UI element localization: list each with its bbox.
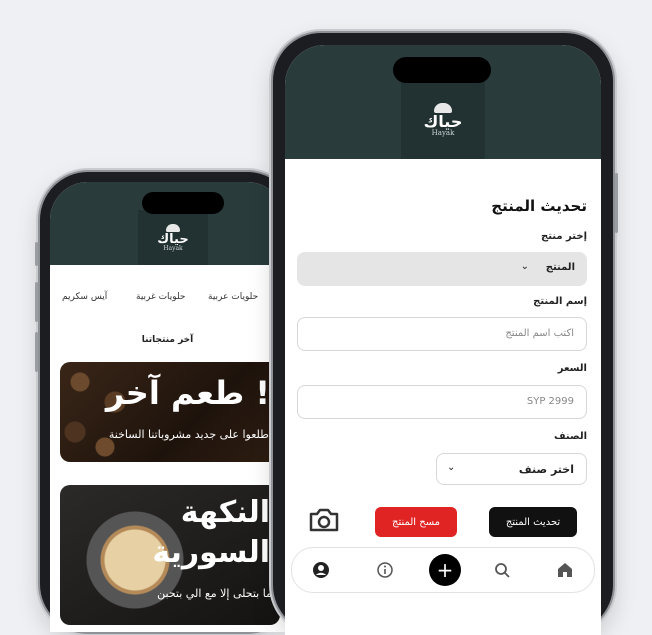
phone-side-button xyxy=(615,173,618,233)
price-input[interactable]: SYP 2999 xyxy=(297,385,587,419)
category-select[interactable]: ⌄ اختر صنف xyxy=(436,453,587,485)
banner-title: النكهة xyxy=(180,495,270,530)
price-placeholder: SYP 2999 xyxy=(526,396,574,407)
price-label: السعر xyxy=(557,363,587,374)
product-select[interactable]: ⌄ المنتج xyxy=(297,252,587,286)
banner-subtitle: ما بتحلى إلا مع الي بتحبن xyxy=(157,587,272,600)
chef-hat-icon xyxy=(166,223,180,232)
update-product-button[interactable]: تحديث المنتج xyxy=(489,507,577,537)
back-phone: حياك Hayak حلويات عربية حلويات غربية آيس… xyxy=(35,172,295,632)
phone-side-button xyxy=(35,242,38,266)
logo-text: حياك xyxy=(157,231,189,247)
select-product-label: إختر منتج xyxy=(541,231,587,242)
page-title: تحديث المنتج xyxy=(491,197,587,215)
tab-arabic-sweets[interactable]: حلويات عربية xyxy=(208,292,258,302)
promo-banner[interactable]: طعم آخر ! اطلعوا على جديد مشروباتنا السا… xyxy=(60,362,280,462)
banner-title: طعم آخر ! xyxy=(105,374,270,412)
logo-text: حياك xyxy=(423,112,463,131)
banner-title: السورية xyxy=(152,535,270,570)
clear-product-button[interactable]: مسح المنتج xyxy=(375,507,457,537)
category-label: الصنف xyxy=(553,431,587,442)
front-screen: حياك Hayak تحديث المنتج إختر منتج ⌄ المن… xyxy=(285,45,601,635)
product-name-placeholder: اكتب اسم المنتج xyxy=(505,328,574,339)
phone-side-button xyxy=(35,332,38,372)
tab-western-sweets[interactable]: حلويات غربية xyxy=(136,292,186,302)
dynamic-island xyxy=(142,192,224,214)
app-logo: حياك Hayak xyxy=(401,81,485,159)
category-select-value: اختر صنف xyxy=(518,463,574,476)
profile-icon[interactable] xyxy=(310,559,332,581)
tab-ice-cream[interactable]: آيس سكريم xyxy=(62,292,107,302)
info-icon[interactable] xyxy=(374,559,396,581)
bottom-nav: + xyxy=(291,547,595,593)
category-tabs: حلويات عربية حلويات غربية آيس سكريم xyxy=(50,290,285,306)
home-icon[interactable] xyxy=(554,559,576,581)
add-icon[interactable]: + xyxy=(429,554,461,586)
product-name-label: إسم المنتج xyxy=(533,296,587,307)
back-screen: حياك Hayak حلويات عربية حلويات غربية آيس… xyxy=(50,182,285,632)
section-title: آخر منتجاتنا xyxy=(141,335,194,345)
promo-banner[interactable]: النكهة السورية ما بتحلى إلا مع الي بتحبن xyxy=(60,485,280,625)
banner-subtitle: اطلعوا على جديد مشروباتنا الساخنة xyxy=(108,428,272,441)
search-icon[interactable] xyxy=(491,559,513,581)
app-logo: حياك Hayak xyxy=(138,210,208,265)
logo-subtext: Hayak xyxy=(431,129,455,137)
logo-subtext: Hayak xyxy=(163,244,183,252)
chevron-down-icon: ⌄ xyxy=(447,462,456,473)
product-select-value: المنتج xyxy=(545,262,575,273)
phone-side-button xyxy=(35,282,38,322)
product-name-input[interactable]: اكتب اسم المنتج xyxy=(297,317,587,351)
chevron-down-icon: ⌄ xyxy=(520,261,529,272)
dynamic-island xyxy=(393,57,491,83)
camera-icon[interactable] xyxy=(307,505,341,535)
front-phone: حياك Hayak تحديث المنتج إختر منتج ⌄ المن… xyxy=(273,33,618,635)
